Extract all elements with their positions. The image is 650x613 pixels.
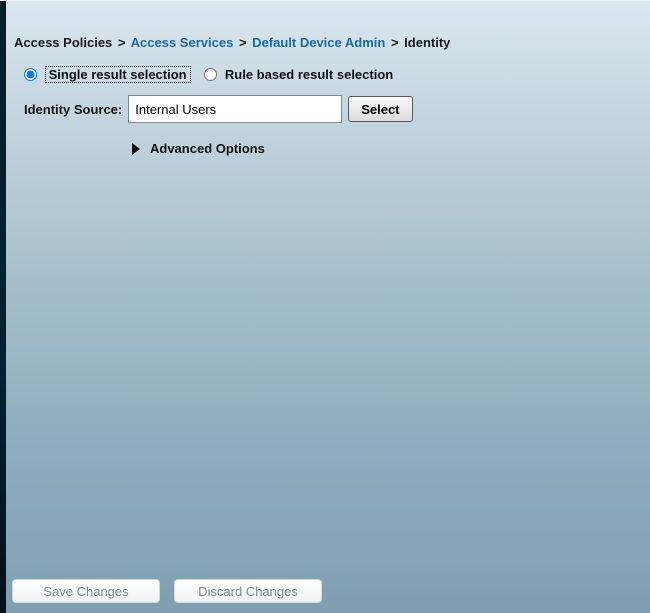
breadcrumb-sep: > xyxy=(116,35,128,50)
rule-based-radio[interactable] xyxy=(204,68,217,81)
identity-source-input[interactable] xyxy=(128,95,342,123)
selection-mode-radio-group: Single result selection Rule based resul… xyxy=(24,66,642,83)
save-changes-button[interactable]: Save Changes xyxy=(12,579,160,603)
advanced-options-label[interactable]: Advanced Options xyxy=(150,141,265,156)
discard-changes-button[interactable]: Discard Changes xyxy=(174,579,322,603)
single-result-label[interactable]: Single result selection xyxy=(45,66,191,83)
left-border xyxy=(0,1,6,613)
breadcrumb-current: Identity xyxy=(404,35,450,50)
footer-buttons: Save Changes Discard Changes xyxy=(12,579,322,603)
breadcrumb-link-access-services[interactable]: Access Services xyxy=(131,35,234,50)
rule-based-label[interactable]: Rule based result selection xyxy=(225,67,393,82)
identity-source-row: Identity Source: Select xyxy=(24,95,642,123)
disclosure-right-icon[interactable] xyxy=(132,143,140,155)
main-panel: Access Policies > Access Services > Defa… xyxy=(12,27,642,156)
select-button[interactable]: Select xyxy=(348,96,412,122)
identity-source-label: Identity Source: xyxy=(24,102,122,117)
advanced-options-row: Advanced Options xyxy=(132,141,642,156)
breadcrumb-sep: > xyxy=(389,35,401,50)
breadcrumb-sep: > xyxy=(237,35,249,50)
breadcrumb-link-default-device-admin[interactable]: Default Device Admin xyxy=(252,35,385,50)
breadcrumb: Access Policies > Access Services > Defa… xyxy=(14,35,642,50)
single-result-radio[interactable] xyxy=(24,68,37,81)
breadcrumb-root: Access Policies xyxy=(14,35,112,50)
identity-form: Single result selection Rule based resul… xyxy=(24,66,642,156)
